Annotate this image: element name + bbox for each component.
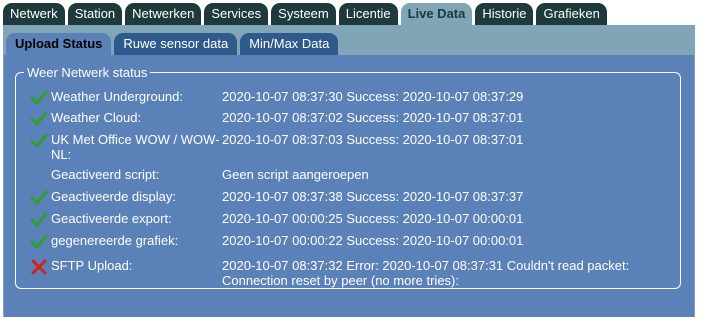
subtab-upload-status[interactable]: Upload Status <box>6 33 112 55</box>
tab-station[interactable]: Station <box>67 3 123 25</box>
status-value: 2020-10-07 00:00:25 Success: 2020-10-07 … <box>222 211 524 226</box>
tab-services[interactable]: Services <box>204 3 269 25</box>
checkmark-icon <box>30 110 48 128</box>
status-value: 2020-10-07 08:37:32 Error: 2020-10-07 08… <box>222 258 630 288</box>
tab-historie[interactable]: Historie <box>475 3 534 25</box>
tab-netwerk[interactable]: Netwerk <box>3 3 65 25</box>
status-value: 2020-10-07 00:00:22 Success: 2020-10-07 … <box>222 233 524 248</box>
status-value: 2020-10-07 08:37:38 Success: 2020-10-07 … <box>222 189 524 204</box>
status-value: 2020-10-07 08:37:02 Success: 2020-10-07 … <box>222 110 524 125</box>
checkmark-icon <box>30 211 48 229</box>
status-label: Weather Underground: <box>51 89 184 104</box>
main-tab-bar: Netwerk Station Netwerken Services Syste… <box>3 3 610 25</box>
status-label: Weather Cloud: <box>51 110 142 125</box>
status-value: 2020-10-07 08:37:03 Success: 2020-10-07 … <box>222 132 524 147</box>
subtab-ruwe-sensor-data[interactable]: Ruwe sensor data <box>114 33 238 55</box>
status-label: gegenereerde grafiek: <box>51 233 179 248</box>
status-label: Geactiveerd script: <box>51 167 160 182</box>
status-label: Geactiveerde export: <box>51 211 172 226</box>
checkmark-icon <box>30 89 48 107</box>
status-label: UK Met Office WOW / WOW-NL: <box>51 132 220 162</box>
checkmark-icon <box>30 132 48 150</box>
tab-panel: Upload Status Ruwe sensor data Min/Max D… <box>3 25 695 317</box>
checkmark-icon <box>30 189 48 207</box>
error-x-icon <box>30 258 48 276</box>
status-value: 2020-10-07 08:37:30 Success: 2020-10-07 … <box>222 89 524 104</box>
weather-network-status-fieldset: Weer Netwerk status Weather Underground:… <box>15 65 681 289</box>
tab-systeem[interactable]: Systeem <box>271 3 336 25</box>
status-label: SFTP Upload: <box>51 258 133 273</box>
tab-live-data[interactable]: Live Data <box>400 3 473 25</box>
subtab-min-max-data[interactable]: Min/Max Data <box>240 33 339 55</box>
status-value: Geen script aangeroepen <box>222 167 369 182</box>
checkmark-icon <box>30 233 48 251</box>
fieldset-title: Weer Netwerk status <box>27 65 148 80</box>
tab-licentie[interactable]: Licentie <box>338 3 398 25</box>
tab-grafieken[interactable]: Grafieken <box>536 3 607 25</box>
upload-status-content: Weer Netwerk status Weather Underground:… <box>4 55 694 317</box>
sub-tab-bar: Upload Status Ruwe sensor data Min/Max D… <box>6 33 341 55</box>
tab-netwerken[interactable]: Netwerken <box>125 3 202 25</box>
status-label: Geactiveerde display: <box>51 189 177 204</box>
